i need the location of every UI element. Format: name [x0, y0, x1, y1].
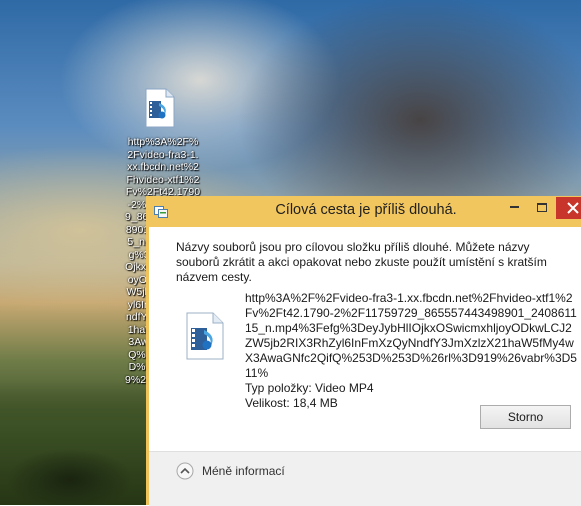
long-path-dialog: Cílová cesta je příliš dlouhá. Názvy sou… [146, 196, 581, 506]
dialog-content: Názvy souborů jsou pro cílovou složku př… [149, 227, 581, 506]
video-file-icon [186, 312, 224, 360]
minimize-button[interactable] [502, 198, 528, 218]
maximize-icon [537, 203, 547, 212]
file-type: Typ položky: Video MP4 [245, 381, 374, 395]
cancel-button[interactable]: Storno [480, 405, 571, 429]
file-details: http%3A%2F%2Fvideo-fra3-1.xx.fbcdn.net%2… [245, 291, 577, 411]
dialog-footer: Méně informací [149, 451, 581, 506]
chevron-up-icon [176, 462, 194, 480]
file-name: http%3A%2F%2Fvideo-fra3-1.xx.fbcdn.net%2… [245, 291, 577, 380]
copy-file-icon [154, 205, 168, 218]
dialog-title-bar[interactable]: Cílová cesta je příliš dlouhá. [146, 196, 581, 227]
dialog-title: Cílová cesta je příliš dlouhá. [275, 202, 457, 218]
close-button[interactable] [556, 197, 581, 219]
dialog-message: Názvy souborů jsou pro cílovou složku př… [176, 240, 547, 284]
less-info-label: Méně informací [202, 464, 285, 478]
video-file-icon [145, 88, 175, 128]
minimize-icon [510, 206, 519, 208]
close-icon [567, 201, 579, 219]
maximize-button[interactable] [529, 198, 555, 218]
